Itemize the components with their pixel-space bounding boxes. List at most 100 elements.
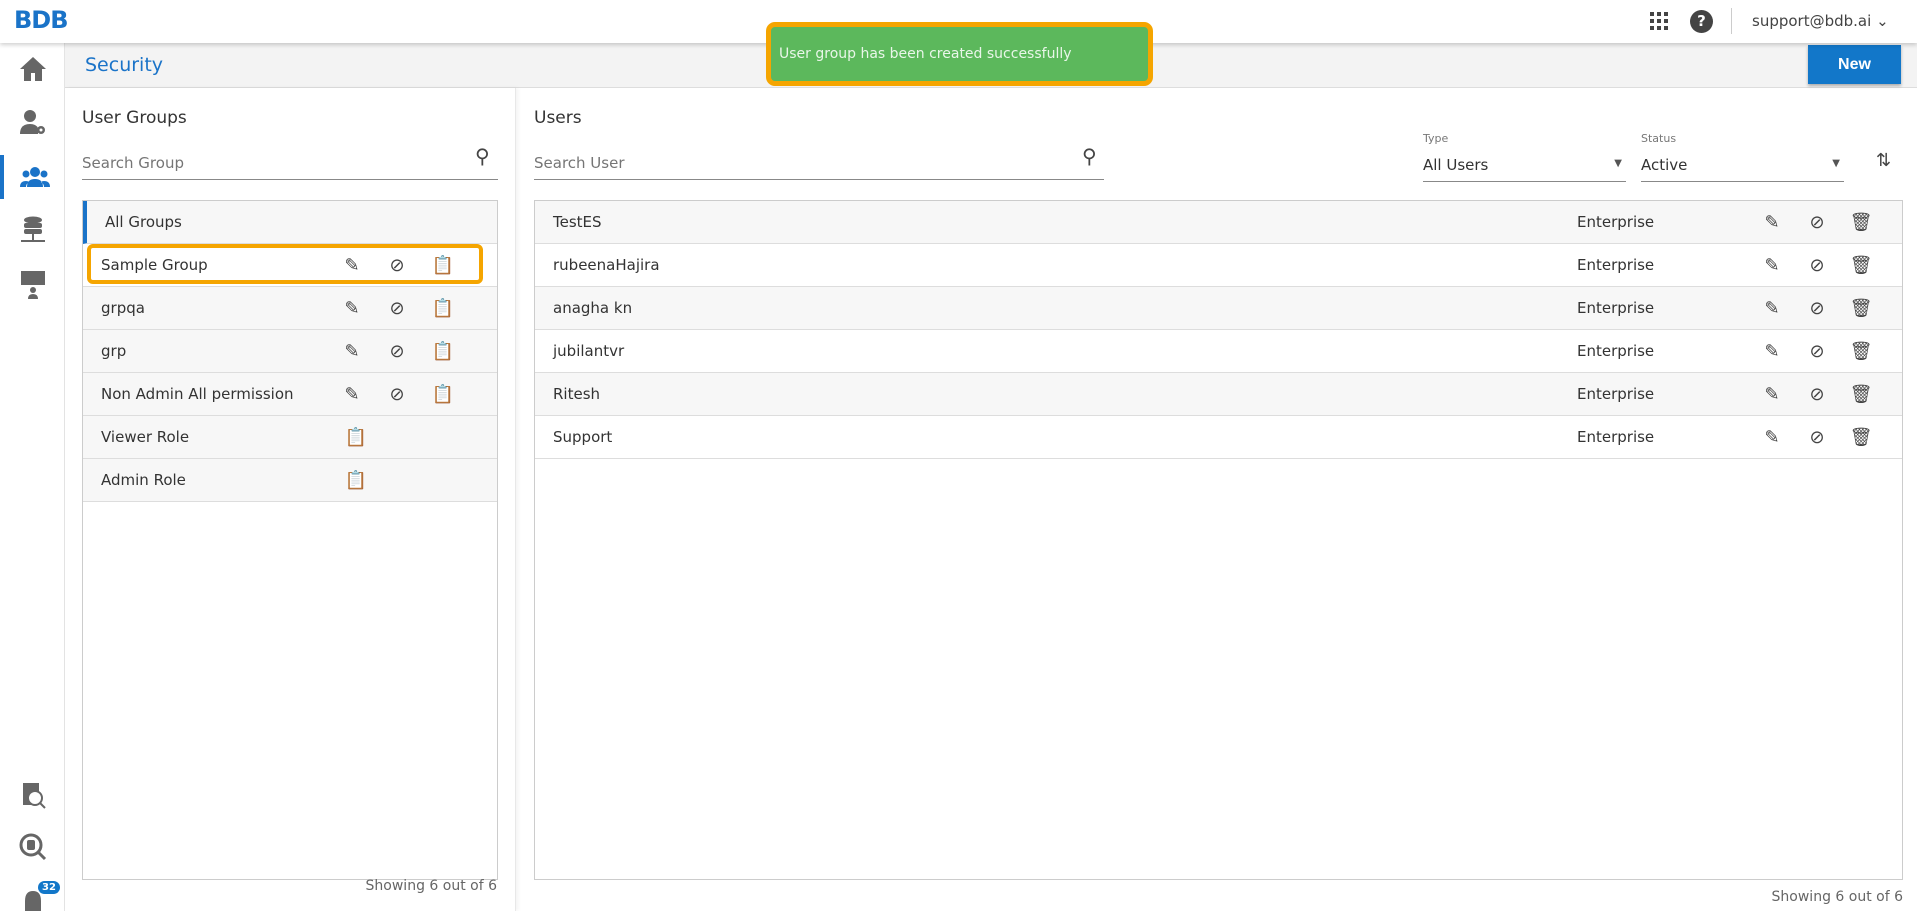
status-select[interactable]: Active ▼ [1641,148,1844,182]
delete-icon[interactable]: 🗑 [1850,426,1873,448]
success-toast: User group has been created successfully [766,22,1153,86]
divider [1731,8,1732,34]
delete-icon[interactable]: 🗑 [1850,297,1873,319]
users-table: TestES Enterprise ✎ ⊘ 🗑 rubeenaHajira Enterpr… [534,200,1903,880]
group-item[interactable]: grpqa ✎ ⊘ 📋 [83,287,497,330]
user-groups-panel: User Groups ⚲ All Groups Sample Group ✎ ⊘… [65,88,516,911]
user-groups-icon[interactable] [0,155,65,199]
deactivate-icon[interactable]: ⊘ [1806,383,1828,405]
deactivate-icon[interactable]: ⊘ [1806,254,1828,276]
clipboard-icon[interactable]: 📋 [432,297,454,319]
chevron-down-icon: ⌄ [1876,12,1889,30]
group-item[interactable]: grp ✎ ⊘ 📋 [83,330,497,373]
deactivate-icon[interactable]: ⊘ [386,383,408,405]
table-row[interactable]: Ritesh Enterprise ✎ ⊘ 🗑 [535,373,1902,416]
sort-icon[interactable]: ⇅ [1876,150,1891,171]
deactivate-icon[interactable]: ⊘ [1806,426,1828,448]
users-heading: Users [534,108,582,128]
help-icon[interactable]: ? [1690,10,1713,33]
type-label: Type [1423,132,1449,145]
dropdown-arrow-icon: ▼ [1614,158,1622,169]
status-value: Active [1641,156,1688,174]
deactivate-icon[interactable]: ⊘ [1806,211,1828,233]
type-value: All Users [1423,156,1489,174]
status-label: Status [1641,132,1677,145]
table-row[interactable]: anagha kn Enterprise ✎ ⊘ 🗑 [535,287,1902,330]
clipboard-icon[interactable]: 📋 [345,426,367,448]
edit-icon[interactable]: ✎ [341,383,363,405]
search-icon[interactable]: ⚲ [1082,144,1097,168]
page-title: Security [85,54,164,76]
bdb-logo[interactable]: BDB [14,6,69,34]
users-panel: Users ⚲ Type All Users ▼ Status Active ▼ ⇅… [516,88,1917,911]
user-name: Support [553,428,613,446]
delete-icon[interactable]: 🗑 [1850,383,1873,405]
delete-icon[interactable]: 🗑 [1850,254,1873,276]
group-label: grp [101,342,127,360]
delete-icon[interactable]: 🗑 [1850,340,1873,362]
table-row[interactable]: rubeenaHajira Enterprise ✎ ⊘ 🗑 [535,244,1902,287]
data-catalog-icon[interactable] [0,774,65,818]
edit-icon[interactable]: ✎ [1761,254,1783,276]
presentation-user-icon[interactable] [0,263,65,307]
user-type: Enterprise [1577,385,1655,403]
notification-badge: 32 [38,881,60,894]
group-item[interactable]: Viewer Role 📋 [83,416,497,459]
user-type: Enterprise [1577,342,1655,360]
users-count: Showing 6 out of 6 [1771,889,1903,905]
group-item[interactable]: Sample Group ✎ ⊘ 📋 [83,244,497,287]
dropdown-arrow-icon: ▼ [1832,158,1840,169]
edit-icon[interactable]: ✎ [1761,211,1783,233]
group-label: Sample Group [101,256,208,274]
apps-grid-icon[interactable] [1650,12,1668,30]
user-type: Enterprise [1577,256,1655,274]
user-name: anagha kn [553,299,633,317]
group-item[interactable]: Admin Role 📋 [83,459,497,502]
deactivate-icon[interactable]: ⊘ [386,340,408,362]
user-name: Ritesh [553,385,601,403]
delete-icon[interactable]: 🗑 [1850,211,1873,233]
user-type: Enterprise [1577,428,1655,446]
deactivate-icon[interactable]: ⊘ [386,254,408,276]
group-label: All Groups [105,213,182,231]
new-button[interactable]: New [1808,45,1901,84]
search-group-input[interactable] [82,146,498,180]
database-network-icon[interactable] [0,209,65,253]
deactivate-icon[interactable]: ⊘ [1806,297,1828,319]
data-search-icon[interactable] [0,825,65,869]
table-row[interactable]: jubilantvr Enterprise ✎ ⊘ 🗑 [535,330,1902,373]
edit-icon[interactable]: ✎ [1761,426,1783,448]
notification-bell-icon[interactable]: 32 [0,875,65,911]
user-name: jubilantvr [553,342,625,360]
deactivate-icon[interactable]: ⊘ [386,297,408,319]
search-icon[interactable]: ⚲ [475,144,490,168]
group-list: All Groups Sample Group ✎ ⊘ 📋 grpqa ✎ ⊘ 📋 gr… [82,200,498,880]
edit-icon[interactable]: ✎ [1761,297,1783,319]
table-row[interactable]: Support Enterprise ✎ ⊘ 🗑 [535,416,1902,459]
user-settings-icon[interactable] [0,101,65,145]
clipboard-icon[interactable]: 📋 [432,254,454,276]
search-user-input[interactable] [534,146,1104,180]
clipboard-icon[interactable]: 📋 [345,469,367,491]
home-icon[interactable] [0,47,65,91]
group-item[interactable]: Non Admin All permission ✎ ⊘ 📋 [83,373,497,416]
groups-count: Showing 6 out of 6 [365,878,497,894]
group-item-all-groups[interactable]: All Groups [83,201,497,244]
user-menu[interactable]: support@bdb.ai ⌄ [1752,12,1889,30]
type-select[interactable]: All Users ▼ [1423,148,1626,182]
edit-icon[interactable]: ✎ [341,297,363,319]
user-groups-heading: User Groups [82,108,187,128]
edit-icon[interactable]: ✎ [1761,383,1783,405]
edit-icon[interactable]: ✎ [341,340,363,362]
table-row[interactable]: TestES Enterprise ✎ ⊘ 🗑 [535,201,1902,244]
group-label: Non Admin All permission [101,385,294,403]
group-label: Admin Role [101,471,186,489]
clipboard-icon[interactable]: 📋 [432,340,454,362]
sidebar: 32 [0,43,65,911]
edit-icon[interactable]: ✎ [341,254,363,276]
clipboard-icon[interactable]: 📋 [432,383,454,405]
deactivate-icon[interactable]: ⊘ [1806,340,1828,362]
group-label: Viewer Role [101,428,190,446]
edit-icon[interactable]: ✎ [1761,340,1783,362]
toast-message: User group has been created successfully [779,46,1072,62]
